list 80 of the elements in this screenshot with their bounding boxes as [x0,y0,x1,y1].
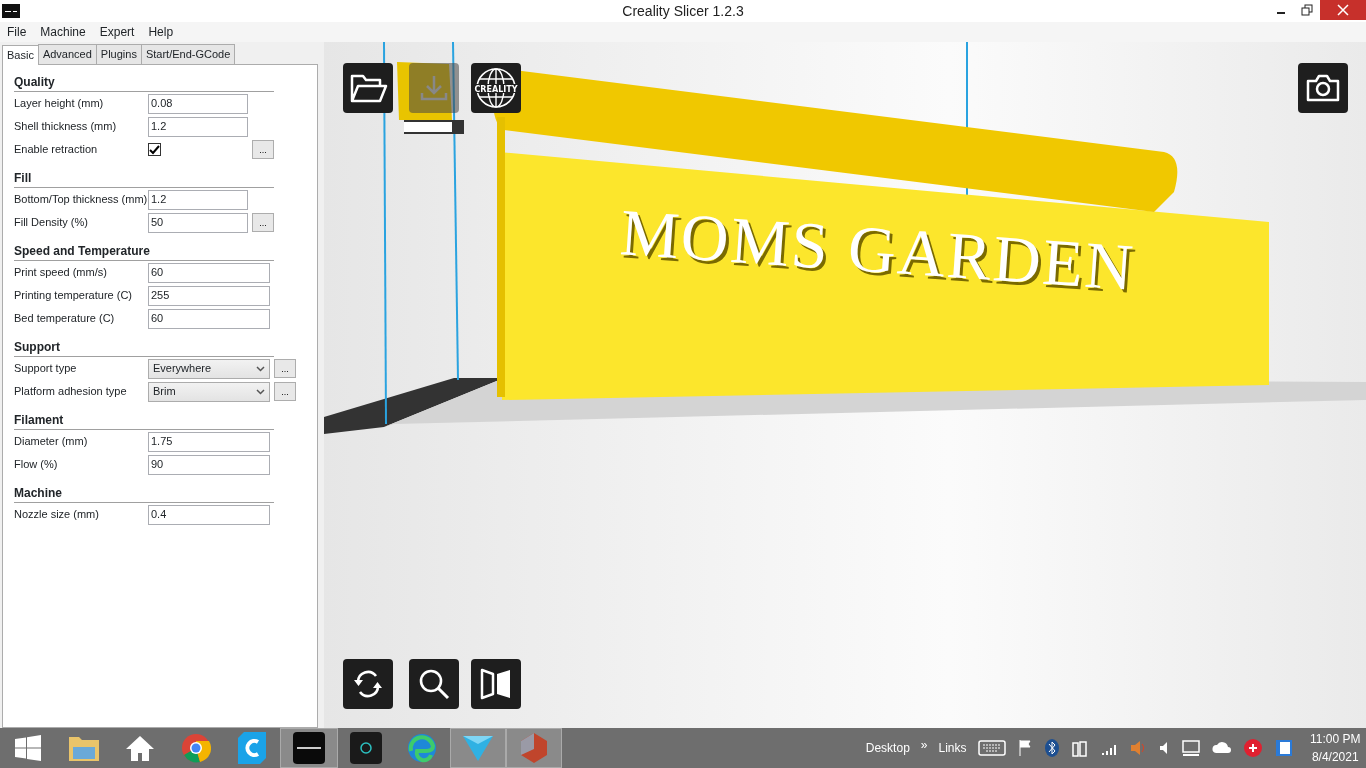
input-field[interactable]: 1.2 [148,116,248,137]
section-title: Machine [14,484,274,503]
tab[interactable]: Advanced [37,44,97,64]
input-field[interactable]: 60 [148,262,270,283]
menu-item[interactable]: Expert [92,22,142,42]
input-field[interactable]: 0.08 [148,93,248,114]
input-field[interactable]: 60 [148,308,270,329]
windows-logo-icon [15,735,41,761]
field-label: Shell thickness (mm) [14,119,118,135]
dropdown[interactable]: Everywhere [148,358,270,379]
toolbar-label[interactable]: Links [938,739,967,757]
toolbar-label[interactable]: Desktop [865,739,910,757]
clock-time[interactable]: 11:00 PM [1310,730,1361,748]
monitor-icon[interactable] [1180,738,1201,758]
download-icon [419,73,449,103]
more-options-button[interactable]: ... [274,359,296,378]
menu-item[interactable]: Machine [33,22,93,42]
mirror-icon [479,666,513,702]
field-label: Flow (%) [14,457,59,473]
keyboard-icon[interactable] [977,738,1006,758]
field-label: Diameter (mm) [14,434,89,450]
camera-button[interactable] [1298,63,1348,113]
taskbar-app[interactable] [280,728,338,768]
more-options-button[interactable]: ... [274,382,296,401]
3d-viewport[interactable]: MOMS GARDEN CREALITY [324,42,1366,728]
section-title: Quality [14,73,274,92]
input-field[interactable]: 50 [148,212,248,233]
tab[interactable]: Start/End-GCode [140,44,236,64]
section-title: Fill [14,169,274,188]
polyhedron-icon [519,732,549,764]
rotate-button[interactable] [343,659,393,709]
flag-icon[interactable] [1016,738,1033,758]
edge-browser-icon [407,733,437,763]
field-label: Nozzle size (mm) [14,507,100,523]
checkbox[interactable] [148,143,161,156]
model-part [397,62,452,120]
section-title: Filament [14,411,274,430]
field-label: Enable retraction [14,142,99,158]
open-folder-button[interactable] [343,63,393,113]
dropdown[interactable]: Brim [148,381,270,402]
chevron-text[interactable]: » [920,736,928,754]
clock-date[interactable]: 8/4/2021 [1311,748,1359,766]
section-title: Support [14,338,274,357]
field-label: Support type [14,361,78,377]
chevron-down-icon [256,365,265,372]
field-label: Bed temperature (C) [14,311,116,327]
bluetooth-icon[interactable] [1043,738,1060,758]
input-field[interactable]: 90 [148,454,270,475]
field-label: Bottom/Top thickness (mm) [14,192,148,208]
input-field[interactable]: 1.75 [148,431,270,452]
menu-item[interactable]: Help [141,22,181,42]
model-embossed-text: MOMS GARDEN [617,194,1139,306]
tab[interactable]: Plugins [95,44,142,64]
magnifier-icon [417,667,451,701]
field-label: Fill Density (%) [14,215,89,231]
input-field[interactable]: 1.2 [148,189,248,210]
field-label: Platform adhesion type [14,384,128,400]
dark-app-icon [350,732,382,764]
browser-icon [181,733,211,763]
more-options-button[interactable]: ... [252,140,274,159]
window-title: Creality Slicer 1.2.3 [622,2,744,21]
menu-item[interactable]: File [0,22,34,42]
chevron-down-icon [256,388,265,395]
close-icon[interactable] [1320,0,1366,20]
tab[interactable]: Basic [2,45,39,65]
camera-icon [1305,73,1341,103]
input-field[interactable]: 0.4 [148,504,270,525]
input-field[interactable]: 255 [148,285,270,306]
mirror-button[interactable] [471,659,521,709]
triangle-icon [462,734,494,762]
section-title: Speed and Temperature [14,242,274,261]
field-label: Printing temperature (C) [14,288,133,304]
field-label: Print speed (mm/s) [14,265,108,281]
field-label: Layer height (mm) [14,96,105,112]
app-icon [293,732,325,764]
logo-button[interactable]: CREALITY [471,63,521,113]
home-icon [125,734,155,762]
more-options-button[interactable]: ... [252,213,274,232]
scale-button[interactable] [409,659,459,709]
c-letter-icon [238,732,266,764]
